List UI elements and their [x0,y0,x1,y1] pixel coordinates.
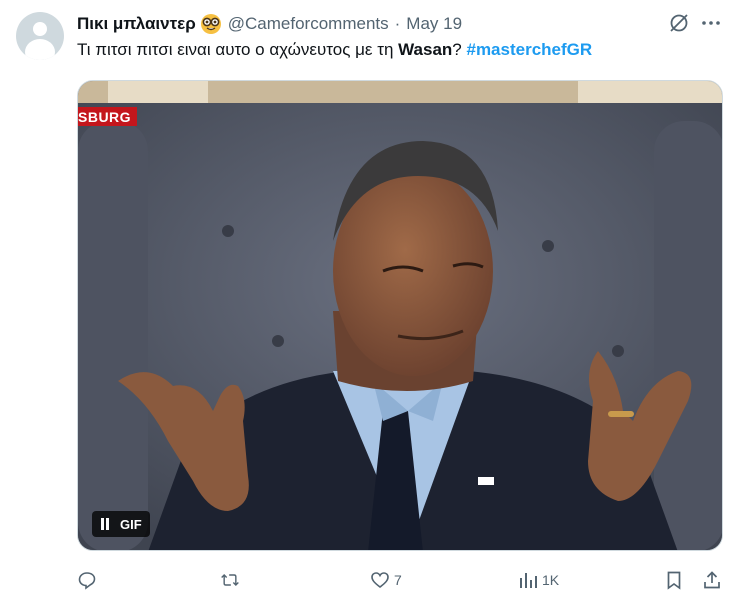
hashtag-link[interactable]: #masterchefGR [466,40,592,59]
views-count: 1K [542,572,560,588]
author-handle[interactable]: @Cameforcomments [228,14,389,34]
share-button[interactable] [702,566,722,594]
views-icon [520,573,537,588]
share-icon [704,571,720,589]
like-count: 7 [394,572,402,588]
tweet-text-part: Τι πιτσι πιτσι ειναι αυτο ο αχώνευτος με… [77,40,399,59]
views-button[interactable]: 1K [518,566,559,594]
gif-frame-image [78,81,722,550]
heart-icon [371,572,389,589]
channel-tag: SBURG [78,107,138,126]
tweet-header: Πικι μπλαιντερ @Cameforcomments · May 19 [77,12,462,36]
gif-label: GIF [120,516,142,532]
tweet-text-part: ? [452,40,467,59]
retweet-button[interactable] [220,566,244,594]
like-button[interactable]: 7 [370,566,402,594]
action-bar: 7 1K [0,566,742,594]
avatar[interactable] [16,12,64,60]
bookmark-button[interactable] [664,566,684,594]
tweet-date[interactable]: May 19 [406,14,462,34]
nerd-face-emoji-icon [200,13,222,35]
reply-button[interactable] [77,566,101,594]
retweet-icon [221,573,239,587]
tweet-bold-word: Wasan [398,40,453,59]
more-options-icon[interactable] [700,12,722,34]
separator-dot: · [394,14,401,33]
display-name[interactable]: Πικι μπλαιντερ [77,14,196,34]
bookmark-icon [667,571,681,590]
gif-media[interactable]: SBURG GIF [77,80,723,551]
pause-icon[interactable] [100,518,110,530]
gif-badge[interactable]: GIF [92,511,150,537]
reply-icon [78,572,96,590]
tweet-text: Τι πιτσι πιτσι ειναι αυτο ο αχώνευτος με… [77,40,592,60]
grok-icon[interactable] [668,12,690,34]
